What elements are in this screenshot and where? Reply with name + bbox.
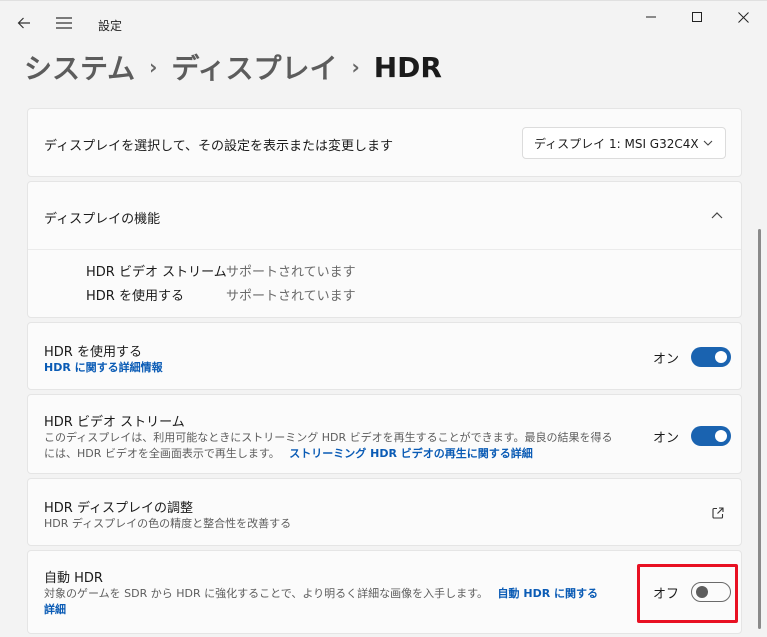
capability-key: HDR ビデオ ストリーム	[86, 265, 227, 280]
capability-row: HDR を使用する サポートされています	[28, 285, 741, 305]
hdr-video-desc-line2: には、HDR ビデオを全画面表示で再生します。	[44, 447, 280, 460]
hdr-video-toggle-label: オン	[653, 430, 680, 446]
title-bar: 設定	[0, 1, 767, 45]
capabilities-title: ディスプレイの機能	[44, 212, 161, 227]
close-button[interactable]	[720, 1, 766, 33]
use-hdr-learn-more-link[interactable]: HDR に関する詳細情報	[44, 360, 163, 376]
breadcrumb-item-system[interactable]: システム	[24, 47, 135, 87]
minimize-button[interactable]	[628, 1, 674, 33]
auto-hdr-desc: 対象のゲームを SDR から HDR に強化することで、より明るく詳細な画像を入…	[44, 586, 604, 618]
display-dropdown[interactable]: ディスプレイ 1: MSI G32C4X	[522, 127, 726, 159]
auto-hdr-learn-more-link-cont[interactable]: 詳細	[44, 603, 66, 616]
auto-hdr-card: 自動 HDR 対象のゲームを SDR から HDR に強化することで、より明るく…	[27, 550, 742, 634]
use-hdr-card: HDR を使用する HDR に関する詳細情報 オン	[27, 322, 742, 390]
maximize-icon	[692, 12, 702, 22]
hdr-video-stream-desc: このディスプレイは、利用可能なときにストリーミング HDR ビデオを再生すること…	[44, 430, 613, 462]
chevron-down-icon	[703, 140, 713, 146]
use-hdr-title: HDR を使用する	[44, 345, 142, 360]
capability-value: サポートされています	[226, 289, 356, 304]
display-capabilities-card: ディスプレイの機能 HDR ビデオ ストリーム サポートされています HDR を…	[27, 181, 742, 318]
hdr-video-toggle[interactable]	[691, 426, 732, 446]
hdr-video-stream-card: HDR ビデオ ストリーム このディスプレイは、利用可能なときにストリーミング …	[27, 394, 742, 474]
scrollbar-thumb[interactable]	[758, 229, 761, 629]
external-link-icon[interactable]	[712, 507, 724, 519]
hdr-video-toggle-group: オン	[653, 426, 732, 446]
navigation-menu-button[interactable]	[48, 7, 80, 39]
toggle-knob	[715, 430, 728, 442]
hdr-video-stream-title: HDR ビデオ ストリーム	[44, 415, 185, 430]
back-arrow-icon	[17, 17, 30, 29]
use-hdr-toggle-label: オン	[653, 351, 680, 367]
page-title: HDR	[373, 50, 442, 84]
maximize-button[interactable]	[674, 1, 720, 33]
select-display-card: ディスプレイを選択して、その設定を表示または変更します ディスプレイ 1: MS…	[27, 108, 742, 177]
breadcrumb-item-display[interactable]: ディスプレイ	[171, 47, 337, 87]
hamburger-icon	[56, 17, 72, 29]
display-dropdown-value: ディスプレイ 1: MSI G32C4X	[534, 136, 699, 151]
hdr-calibration-desc: HDR ディスプレイの色の精度と整合性を改善する	[44, 517, 292, 530]
settings-window: 設定 システム › ディスプレイ › HDR ディスプレイを選択して、その設定を…	[0, 0, 767, 637]
back-button[interactable]	[8, 7, 40, 39]
capability-key: HDR を使用する	[86, 289, 184, 304]
breadcrumb: システム › ディスプレイ › HDR	[24, 45, 442, 89]
use-hdr-toggle-group: オン	[653, 347, 732, 367]
auto-hdr-learn-more-link[interactable]: 自動 HDR に関する	[498, 587, 598, 600]
hdr-video-learn-more-link[interactable]: ストリーミング HDR ビデオの再生に関する詳細	[289, 447, 532, 460]
hdr-video-desc-line1: このディスプレイは、利用可能なときにストリーミング HDR ビデオを再生すること…	[44, 431, 613, 444]
chevron-up-icon	[711, 212, 723, 219]
app-title: 設定	[98, 19, 123, 33]
capability-value: サポートされています	[226, 265, 356, 280]
capability-row: HDR ビデオ ストリーム サポートされています	[28, 261, 741, 281]
breadcrumb-separator-icon: ›	[149, 55, 158, 79]
toggle-knob	[715, 351, 728, 363]
auto-hdr-title: 自動 HDR	[44, 571, 103, 586]
close-icon	[737, 11, 749, 23]
highlight-box	[637, 564, 738, 623]
breadcrumb-separator-icon: ›	[351, 55, 360, 79]
auto-hdr-desc-text: 対象のゲームを SDR から HDR に強化することで、より明るく詳細な画像を入…	[44, 587, 489, 600]
hdr-calibration-title: HDR ディスプレイの調整	[44, 501, 194, 516]
select-display-label: ディスプレイを選択して、その設定を表示または変更します	[44, 139, 394, 154]
capabilities-header[interactable]: ディスプレイの機能	[28, 182, 741, 249]
use-hdr-toggle[interactable]	[691, 347, 732, 367]
minimize-icon	[646, 16, 656, 18]
capabilities-divider	[28, 249, 741, 250]
hdr-calibration-card[interactable]: HDR ディスプレイの調整 HDR ディスプレイの色の精度と整合性を改善する	[27, 478, 742, 546]
